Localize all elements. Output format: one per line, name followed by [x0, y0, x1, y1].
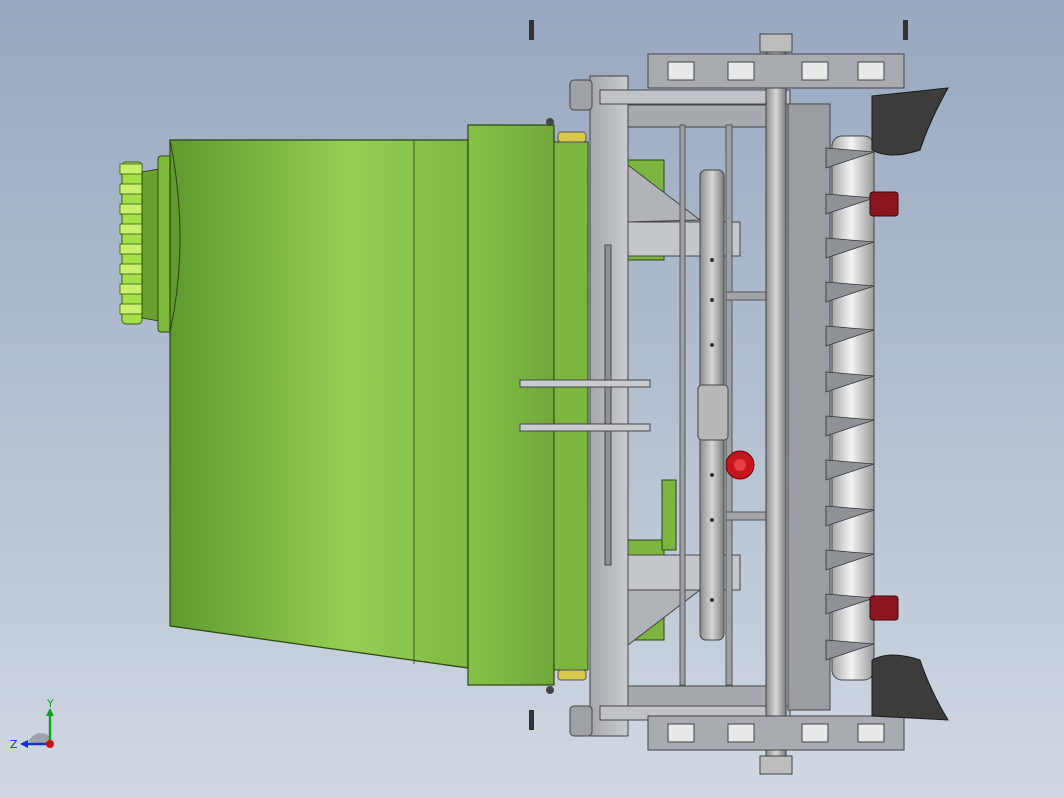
top-clamp-row[interactable] [647, 53, 905, 89]
x-axis-point [46, 740, 54, 748]
curved-guides [871, 87, 949, 721]
inner-shaft[interactable] [697, 169, 729, 641]
drum-housing [787, 103, 831, 711]
spiked-drum[interactable] [825, 135, 875, 681]
y-axis-label: Y [46, 698, 54, 710]
main-shaft[interactable] [759, 33, 793, 775]
z-axis-arrow [20, 740, 28, 748]
graphics-viewport[interactable]: Y Z [0, 0, 1064, 798]
coordinate-triad: Y Z [10, 698, 54, 751]
gear-coupling[interactable] [119, 155, 178, 333]
cad-model-view[interactable] [0, 0, 1064, 798]
z-axis-label: Z [10, 738, 18, 751]
bottom-clamp-row[interactable] [647, 715, 905, 751]
red-valve[interactable] [725, 450, 755, 480]
